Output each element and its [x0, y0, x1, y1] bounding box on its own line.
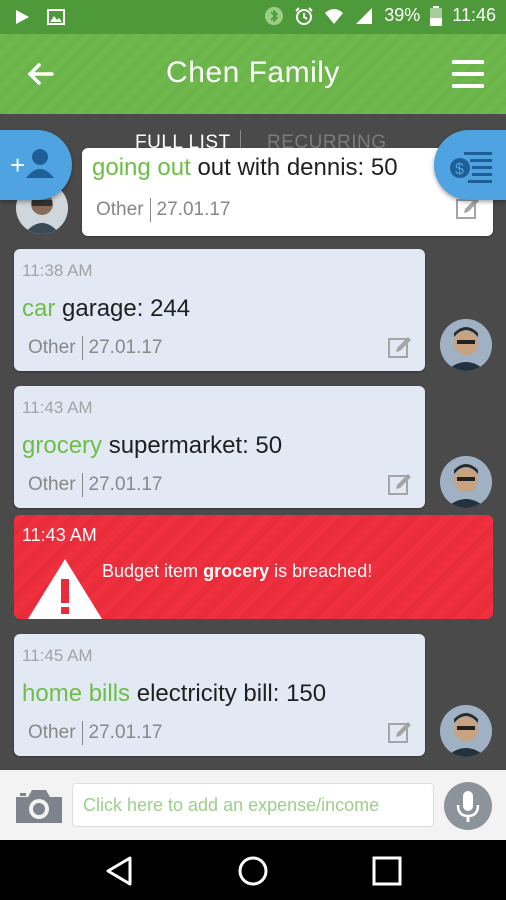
- avatar: [440, 319, 492, 371]
- svg-text:$: $: [455, 161, 464, 178]
- category-label: grocery: [22, 432, 103, 459]
- message-line: home bills electricity bill: 150: [22, 680, 326, 708]
- input-bar: Click here to add an expense/income: [0, 770, 506, 840]
- meta-separator: [149, 198, 151, 222]
- app-bar: Chen Family: [0, 34, 506, 114]
- list-item[interactable]: 11:45 AM home bills electricity bill: 15…: [14, 634, 425, 756]
- avatar: [440, 456, 492, 508]
- message-time: 11:38 AM: [22, 261, 93, 280]
- camera-icon[interactable]: [14, 787, 64, 825]
- add-member-button[interactable]: +: [0, 130, 72, 200]
- microphone-button[interactable]: [444, 782, 492, 830]
- avatar: [440, 705, 492, 757]
- status-bar: 39% 11:46: [0, 0, 506, 34]
- back-triangle-icon[interactable]: [102, 854, 136, 888]
- svg-text:+: +: [10, 150, 25, 180]
- meta-type: Other: [28, 337, 76, 358]
- expense-input[interactable]: Click here to add an expense/income: [72, 783, 434, 827]
- edit-icon[interactable]: [387, 335, 413, 361]
- message-line: going out out with dennis: 50: [92, 154, 398, 182]
- recents-square-icon[interactable]: [370, 854, 404, 888]
- system-nav-bar: [0, 840, 506, 900]
- add-person-icon: +: [10, 149, 54, 180]
- microphone-icon: [456, 791, 480, 822]
- message-line: grocery supermarket: 50: [22, 432, 282, 460]
- edit-icon[interactable]: [387, 720, 413, 746]
- message-meta: Other 27.01.17: [28, 721, 163, 745]
- list-item[interactable]: 11:38 AM car garage: 244 Other 27.01.17: [14, 249, 425, 371]
- hamburger-menu-icon[interactable]: [450, 58, 486, 90]
- message-time: 11:45 AM: [22, 646, 93, 665]
- clock-time: 11:46: [452, 5, 496, 25]
- message-text: out with dennis: 50: [197, 154, 398, 181]
- meta-separator: [81, 336, 83, 360]
- message-time: 11:43 AM: [22, 398, 93, 417]
- signal-icon: [356, 7, 373, 24]
- meta-date: 27.01.17: [88, 722, 163, 743]
- edit-icon[interactable]: [387, 472, 413, 498]
- message-meta: Other 27.01.17: [28, 336, 163, 360]
- meta-type: Other: [28, 722, 76, 743]
- meta-separator: [81, 721, 83, 745]
- warning-icon: [28, 559, 102, 619]
- message-text: garage: 244: [62, 295, 191, 322]
- bluetooth-icon: [265, 6, 284, 25]
- meta-type: Other: [96, 199, 144, 220]
- money-list-icon: $: [450, 152, 492, 183]
- alert-time: 11:43 AM: [22, 525, 97, 545]
- play-icon: [16, 10, 29, 24]
- list-item[interactable]: 11:43 AM grocery supermarket: 50 Other 2…: [14, 386, 425, 508]
- alert-item: grocery: [203, 561, 270, 581]
- battery-icon: [430, 5, 443, 26]
- home-circle-icon[interactable]: [236, 854, 270, 888]
- message-line: car garage: 244: [22, 295, 190, 323]
- alert-suffix: is breached!: [274, 561, 373, 581]
- category-label: home bills: [22, 680, 131, 707]
- page-title: Chen Family: [166, 56, 340, 89]
- battery-percent: 39%: [384, 5, 421, 25]
- category-label: going out: [92, 154, 191, 181]
- message-text: supermarket: 50: [108, 432, 283, 459]
- meta-separator: [81, 473, 83, 497]
- list-item[interactable]: going out out with dennis: 50 Other 27.0…: [82, 148, 493, 236]
- budget-list-button[interactable]: $: [434, 130, 506, 200]
- meta-date: 27.01.17: [88, 474, 163, 495]
- meta-type: Other: [28, 474, 76, 495]
- alarm-icon: [295, 6, 313, 25]
- message-text: electricity bill: 150: [136, 680, 327, 707]
- alert-prefix: Budget item: [102, 561, 199, 581]
- meta-date: 27.01.17: [156, 199, 231, 220]
- image-icon: [47, 9, 65, 25]
- message-meta: Other 27.01.17: [28, 473, 163, 497]
- message-meta: Other 27.01.17: [96, 198, 231, 222]
- alert-message: Budget item grocery is breached!: [102, 561, 372, 582]
- wifi-icon: [325, 8, 344, 24]
- category-label: car: [22, 295, 56, 322]
- meta-date: 27.01.17: [88, 337, 163, 358]
- budget-alert: 11:43 AM Budget item grocery is breached…: [14, 515, 493, 619]
